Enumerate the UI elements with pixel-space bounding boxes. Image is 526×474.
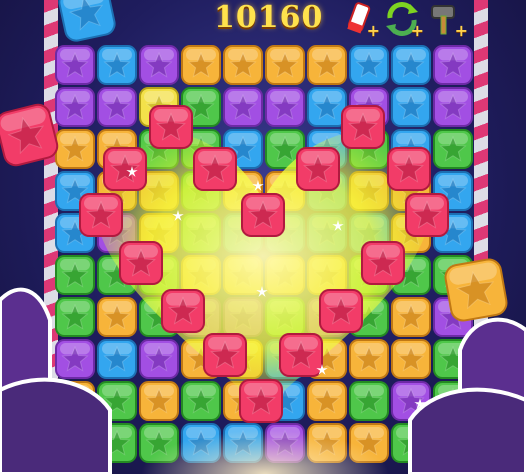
board-tile[interactable] — [433, 87, 473, 127]
board-tile[interactable] — [139, 381, 179, 421]
board-tile[interactable] — [307, 381, 347, 421]
heart-tile[interactable] — [341, 105, 385, 149]
board-tile[interactable] — [139, 45, 179, 85]
heart-tile[interactable] — [193, 147, 237, 191]
heart-tile[interactable] — [79, 193, 123, 237]
board-tile[interactable] — [55, 87, 95, 127]
pop-tool-plus: + — [366, 21, 380, 40]
heart-tile[interactable] — [279, 333, 323, 377]
mallet-tool-plus: + — [454, 21, 468, 40]
board-tile[interactable] — [181, 381, 221, 421]
board-tile[interactable] — [181, 45, 221, 85]
heart-tile[interactable] — [203, 333, 247, 377]
board-tile[interactable] — [223, 87, 263, 127]
floating-star-left — [0, 103, 59, 167]
board-tile[interactable] — [391, 339, 431, 379]
board-tile[interactable] — [349, 339, 389, 379]
heart-tile[interactable] — [103, 147, 147, 191]
snowy-leaf — [0, 377, 112, 474]
board-tile[interactable] — [433, 129, 473, 169]
board-tile[interactable] — [307, 87, 347, 127]
refresh-tool-plus: + — [410, 21, 424, 40]
heart-tile[interactable] — [387, 147, 431, 191]
board-tile[interactable] — [223, 45, 263, 85]
board-tile[interactable] — [97, 339, 137, 379]
heart-tile[interactable] — [319, 289, 363, 333]
board-tile[interactable] — [139, 339, 179, 379]
heart-tile[interactable] — [241, 193, 285, 237]
board-tile[interactable] — [433, 45, 473, 85]
board-tile[interactable] — [97, 45, 137, 85]
board-tile[interactable] — [55, 45, 95, 85]
game-board[interactable] — [0, 0, 526, 474]
heart-tile[interactable] — [296, 147, 340, 191]
board-tile[interactable] — [55, 129, 95, 169]
heart-tile[interactable] — [119, 241, 163, 285]
floating-star-top — [58, 0, 116, 42]
heart-tile[interactable] — [405, 193, 449, 237]
board-tile[interactable] — [55, 339, 95, 379]
board-tile[interactable] — [307, 45, 347, 85]
snowy-leaf — [408, 387, 526, 474]
board-tile[interactable] — [391, 87, 431, 127]
heart-tile[interactable] — [239, 379, 283, 423]
board-tile[interactable] — [265, 45, 305, 85]
board-tile[interactable] — [97, 87, 137, 127]
floating-star-right — [444, 258, 508, 322]
score-display: 10160 — [214, 0, 324, 35]
board-tile[interactable] — [349, 381, 389, 421]
board-tile[interactable] — [265, 87, 305, 127]
bottom-glow — [140, 430, 390, 474]
board-tile[interactable] — [55, 297, 95, 337]
refresh-tool-button[interactable]: + — [382, 0, 424, 40]
pop-tool-button[interactable]: + — [338, 0, 380, 40]
heart-tile[interactable] — [361, 241, 405, 285]
board-tile[interactable] — [391, 297, 431, 337]
board-tile[interactable] — [349, 45, 389, 85]
mallet-tool-button[interactable]: + — [426, 0, 468, 40]
board-tile[interactable] — [97, 297, 137, 337]
board-tile[interactable] — [391, 45, 431, 85]
board-tile[interactable] — [55, 255, 95, 295]
heart-tile[interactable] — [149, 105, 193, 149]
heart-tile[interactable] — [161, 289, 205, 333]
